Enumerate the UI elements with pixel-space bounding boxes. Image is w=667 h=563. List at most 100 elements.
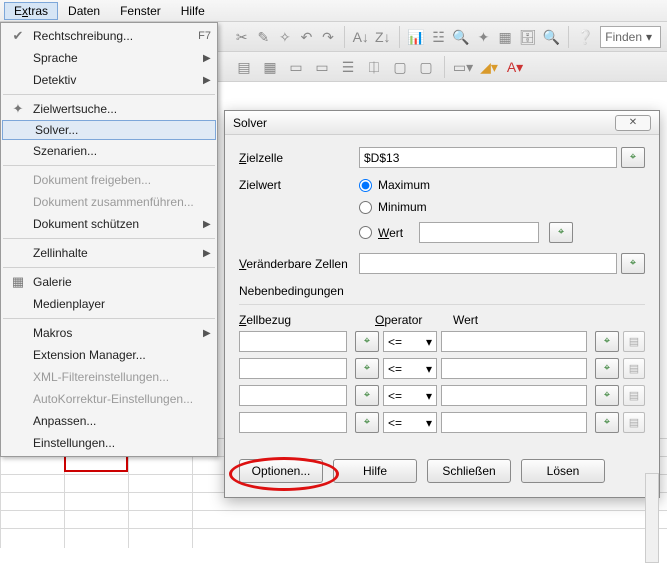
redo-icon[interactable]: ↷ (320, 27, 336, 47)
tool-icon[interactable]: ⎅ (364, 57, 384, 77)
shrink-button[interactable]: ⌖ (595, 331, 619, 352)
menu-rechtschreibung[interactable]: ✔ Rechtschreibung... F7 (1, 25, 217, 47)
constraint-operator-select[interactable]: <=▾ (383, 331, 437, 352)
menu-anpassen[interactable]: Anpassen... (1, 410, 217, 432)
shrink-button[interactable]: ⌖ (595, 385, 619, 406)
sort-asc-icon[interactable]: A↓ (353, 27, 369, 47)
find-icon[interactable]: 🔍 (452, 27, 469, 47)
tool-icon[interactable]: ▢ (416, 57, 436, 77)
menu-extension-manager[interactable]: Extension Manager... (1, 344, 217, 366)
zoom-icon[interactable]: 🔍 (543, 27, 560, 47)
shrink-button[interactable]: ⌖ (621, 253, 645, 274)
constraint-operator-select[interactable]: <=▾ (383, 385, 437, 406)
shrink-button[interactable]: ⌖ (355, 331, 379, 352)
constraint-cellref-input[interactable] (239, 358, 347, 379)
loesen-button[interactable]: Lösen (521, 459, 605, 483)
constraint-value-input[interactable] (441, 358, 587, 379)
veraenderbare-input[interactable] (359, 253, 617, 274)
shrink-button[interactable]: ⌖ (621, 147, 645, 168)
solver-button-row: Optionen... Hilfe Schließen Lösen (225, 449, 659, 497)
close-button[interactable]: ✕ (615, 115, 651, 131)
menu-hilfe[interactable]: Hilfe (171, 2, 215, 20)
tool-icon[interactable]: ▤ (234, 57, 254, 77)
menu-dok-schuetzen[interactable]: Dokument schützen ▶ (1, 213, 217, 235)
constraints-group: Zellbezug Operator Wert ⌖ <=▾ ⌖ ▤ ⌖ <=▾ … (239, 304, 645, 433)
solver-titlebar[interactable]: Solver ✕ (225, 111, 659, 135)
goalseek-icon: ✦ (7, 101, 29, 117)
tool-icon[interactable]: ▢ (390, 57, 410, 77)
menu-zielwertsuche[interactable]: ✦ Zielwertsuche... (1, 98, 217, 120)
sort-desc-icon[interactable]: Z↓ (375, 27, 391, 47)
help-icon[interactable]: ❔ (577, 27, 594, 47)
fontcolor-icon[interactable]: A▾ (505, 57, 525, 77)
constraint-value-input[interactable] (441, 412, 587, 433)
radio-minimum[interactable]: Minimum (359, 200, 645, 214)
menu-daten[interactable]: Daten (58, 2, 110, 20)
optionen-button[interactable]: Optionen... (239, 459, 323, 483)
datasources-icon[interactable]: 🗄 (519, 27, 537, 47)
border-icon[interactable]: ▭▾ (453, 57, 473, 77)
chevron-right-icon: ▶ (203, 328, 217, 339)
zielzelle-input[interactable] (359, 147, 617, 168)
wert-input[interactable] (419, 222, 539, 243)
constraint-cellref-input[interactable] (239, 385, 347, 406)
tool-icon[interactable]: ▭ (312, 57, 332, 77)
menu-solver[interactable]: Solver... (2, 120, 216, 140)
cut-icon[interactable]: ✂ (234, 27, 250, 47)
menu-einstellungen[interactable]: Einstellungen... (1, 432, 217, 454)
tool-icon[interactable]: ✧ (277, 27, 293, 47)
tool-icon[interactable]: ☰ (338, 57, 358, 77)
bgcolor-icon[interactable]: ◢▾ (479, 57, 499, 77)
menu-zellinhalte[interactable]: Zellinhalte ▶ (1, 242, 217, 264)
shrink-button[interactable]: ⌖ (355, 412, 379, 433)
chevron-down-icon: ▾ (426, 389, 432, 403)
menu-detektiv[interactable]: Detektiv ▶ (1, 69, 217, 91)
radio-wert[interactable]: Wert ⌖ (359, 222, 645, 243)
constraint-operator-select[interactable]: <=▾ (383, 358, 437, 379)
constraint-delete-button[interactable]: ▤ (623, 412, 645, 433)
constraint-delete-button[interactable]: ▤ (623, 385, 645, 406)
tool-icon[interactable]: ▭ (286, 57, 306, 77)
shrink-button[interactable]: ⌖ (595, 358, 619, 379)
constraint-row: ⌖ <=▾ ⌖ ▤ (239, 358, 645, 379)
schliessen-button[interactable]: Schließen (427, 459, 511, 483)
menu-dok-zusammen: Dokument zusammenführen... (1, 191, 217, 213)
find-combobox[interactable]: Finden ▾ (600, 26, 661, 48)
hilfe-button[interactable]: Hilfe (333, 459, 417, 483)
undo-icon[interactable]: ↶ (299, 27, 315, 47)
gallery-icon[interactable]: ▦ (497, 27, 513, 47)
chevron-right-icon: ▶ (203, 219, 217, 230)
menu-galerie[interactable]: ▦ Galerie (1, 271, 217, 293)
tool-icon[interactable]: ☳ (431, 27, 447, 47)
constraint-value-input[interactable] (441, 385, 587, 406)
label-zielzelle: Zielzelle (239, 151, 359, 165)
shrink-button[interactable]: ⌖ (355, 385, 379, 406)
shrink-button[interactable]: ⌖ (549, 222, 573, 243)
tool-icon[interactable]: ✎ (256, 27, 272, 47)
constraint-value-input[interactable] (441, 331, 587, 352)
constraint-cellref-input[interactable] (239, 331, 347, 352)
tool-icon[interactable]: ▦ (260, 57, 280, 77)
constraint-delete-button[interactable]: ▤ (623, 331, 645, 352)
menu-szenarien[interactable]: Szenarien... (1, 140, 217, 162)
constraint-cellref-input[interactable] (239, 412, 347, 433)
menu-sprache[interactable]: Sprache ▶ (1, 47, 217, 69)
shrink-button[interactable]: ⌖ (355, 358, 379, 379)
menu-medienplayer[interactable]: Medienplayer (1, 293, 217, 315)
chart-icon[interactable]: 📊 (407, 27, 424, 47)
constraint-operator-select[interactable]: <=▾ (383, 412, 437, 433)
constraint-row: ⌖ <=▾ ⌖ ▤ (239, 412, 645, 433)
menu-fenster[interactable]: Fenster (110, 2, 171, 20)
menu-extras[interactable]: Extras (4, 2, 58, 20)
menu-makros[interactable]: Makros ▶ (1, 322, 217, 344)
chevron-right-icon: ▶ (203, 248, 217, 259)
radio-maximum[interactable]: Maximum (359, 178, 645, 192)
chevron-right-icon: ▶ (203, 53, 217, 64)
chevron-down-icon: ▾ (426, 362, 432, 376)
nav-icon[interactable]: ✦ (476, 27, 492, 47)
chevron-down-icon: ▾ (426, 335, 432, 349)
solver-dialog: Solver ✕ Zielzelle ⌖ Zielwert Maximum Mi… (224, 110, 660, 498)
constraint-delete-button[interactable]: ▤ (623, 358, 645, 379)
shrink-button[interactable]: ⌖ (595, 412, 619, 433)
constraint-row: ⌖ <=▾ ⌖ ▤ (239, 385, 645, 406)
